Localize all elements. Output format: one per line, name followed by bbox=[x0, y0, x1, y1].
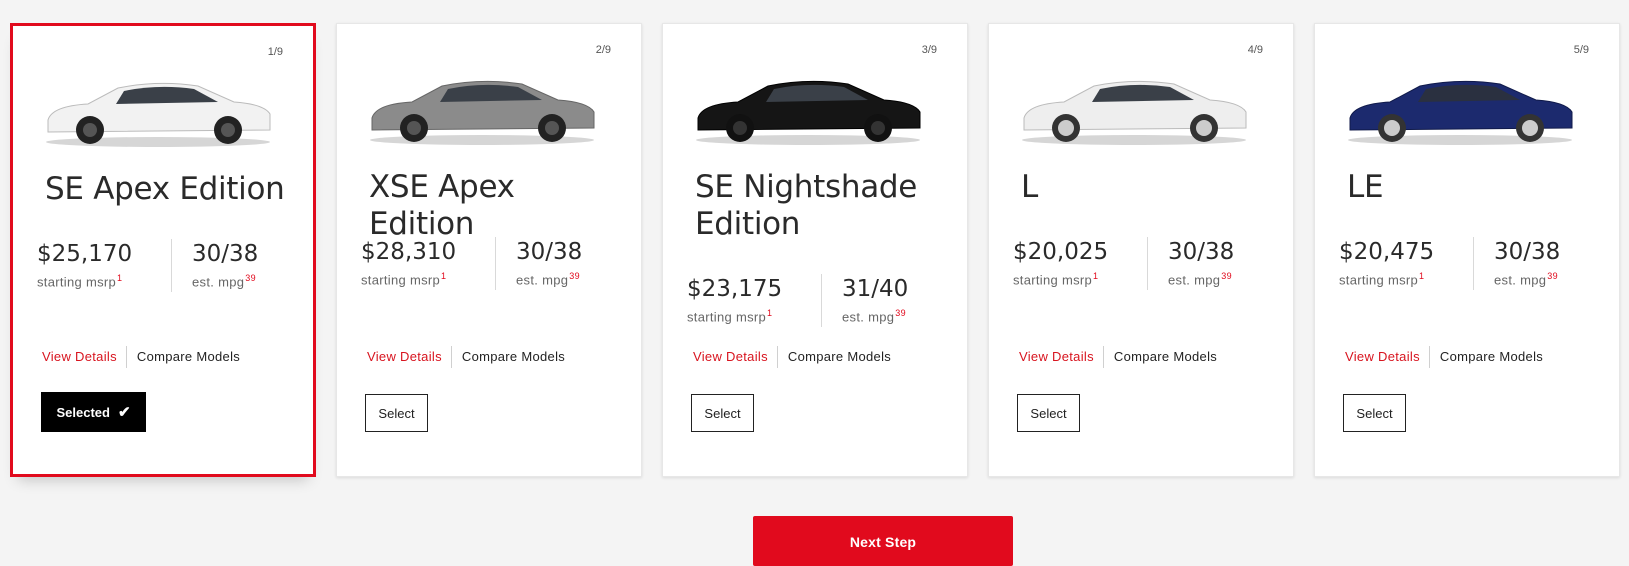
price-label: starting msrp1 bbox=[1339, 271, 1425, 288]
footnote-marker[interactable]: 39 bbox=[569, 271, 580, 281]
footnote-marker[interactable]: 39 bbox=[245, 273, 256, 283]
model-card-xse-apex-edition[interactable]: 2/9 XSE Apex Edition $28,310 starting ms… bbox=[336, 23, 642, 477]
spec-row: $23,175 starting msrp1 31/40 est. mpg39 bbox=[687, 274, 928, 327]
spec-row: $25,170 starting msrp1 30/38 est. mpg39 bbox=[37, 239, 278, 292]
card-links: View Details Compare Models bbox=[42, 346, 240, 368]
card-counter: 4/9 bbox=[1247, 44, 1263, 56]
compare-models-link[interactable]: Compare Models bbox=[778, 346, 891, 368]
card-counter: 3/9 bbox=[921, 44, 937, 56]
model-name: LE bbox=[1347, 169, 1384, 205]
mpg-label: est. mpg39 bbox=[1494, 271, 1558, 288]
footnote-marker[interactable]: 1 bbox=[1093, 271, 1098, 281]
car-image bbox=[46, 82, 271, 147]
select-button[interactable]: Select bbox=[1017, 394, 1080, 432]
card-counter: 1/9 bbox=[267, 46, 283, 58]
price-block: $23,175 starting msrp1 bbox=[687, 274, 822, 327]
mpg-label: est. mpg39 bbox=[842, 308, 906, 325]
model-name: XSE Apex Edition bbox=[369, 169, 515, 242]
card-links: View Details Compare Models bbox=[693, 346, 891, 368]
select-button[interactable]: Select bbox=[365, 394, 428, 432]
mpg-value: 30/38 bbox=[516, 239, 583, 265]
car-image bbox=[696, 80, 921, 145]
mpg-block: 30/38 est. mpg39 bbox=[1148, 237, 1254, 287]
price-label: starting msrp1 bbox=[37, 273, 123, 290]
select-button[interactable]: Select bbox=[691, 394, 754, 432]
mpg-label: est. mpg39 bbox=[516, 271, 580, 288]
mpg-block: 31/40 est. mpg39 bbox=[822, 274, 928, 324]
mpg-block: 30/38 est. mpg39 bbox=[1474, 237, 1580, 287]
select-button-label: Selected bbox=[56, 404, 110, 420]
model-card-se-nightshade-edition[interactable]: 3/9 SE Nightshade Edition $23,175 starti… bbox=[662, 23, 968, 477]
footnote-marker[interactable]: 1 bbox=[767, 308, 772, 318]
price-label: starting msrp1 bbox=[687, 308, 773, 325]
price-value: $28,310 bbox=[361, 239, 457, 265]
mpg-label: est. mpg39 bbox=[192, 273, 256, 290]
footnote-marker[interactable]: 1 bbox=[117, 273, 122, 283]
car-image bbox=[1348, 80, 1573, 145]
price-block: $20,025 starting msrp1 bbox=[1013, 237, 1148, 290]
select-button[interactable]: Selected ✔ bbox=[41, 392, 146, 432]
mpg-value: 30/38 bbox=[1494, 239, 1561, 265]
car-image bbox=[370, 80, 595, 145]
select-button[interactable]: Select bbox=[1343, 394, 1406, 432]
model-card-l[interactable]: 4/9 L $20,025 starting msrp1 30/38 est. … bbox=[988, 23, 1294, 477]
mpg-value: 30/38 bbox=[1168, 239, 1235, 265]
next-step-button[interactable]: Next Step bbox=[753, 516, 1013, 566]
view-details-link[interactable]: View Details bbox=[367, 346, 452, 368]
model-card-list: 1/9 SE Apex Edition $25,170 starting msr… bbox=[10, 23, 1629, 477]
view-details-link[interactable]: View Details bbox=[1345, 346, 1430, 368]
view-details-link[interactable]: View Details bbox=[1019, 346, 1104, 368]
spec-row: $28,310 starting msrp1 30/38 est. mpg39 bbox=[361, 237, 602, 290]
compare-models-link[interactable]: Compare Models bbox=[127, 346, 240, 368]
price-block: $25,170 starting msrp1 bbox=[37, 239, 172, 292]
price-label: starting msrp1 bbox=[361, 271, 447, 288]
price-label: starting msrp1 bbox=[1013, 271, 1099, 288]
spec-row: $20,025 starting msrp1 30/38 est. mpg39 bbox=[1013, 237, 1254, 290]
mpg-block: 30/38 est. mpg39 bbox=[496, 237, 602, 287]
view-details-link[interactable]: View Details bbox=[42, 346, 127, 368]
price-block: $28,310 starting msrp1 bbox=[361, 237, 496, 290]
mpg-value: 30/38 bbox=[192, 241, 259, 267]
price-value: $25,170 bbox=[37, 241, 133, 267]
model-card-le[interactable]: 5/9 LE $20,475 starting msrp1 30/38 est.… bbox=[1314, 23, 1620, 477]
mpg-label: est. mpg39 bbox=[1168, 271, 1232, 288]
price-block: $20,475 starting msrp1 bbox=[1339, 237, 1474, 290]
mpg-block: 30/38 est. mpg39 bbox=[172, 239, 278, 289]
mpg-value: 31/40 bbox=[842, 276, 909, 302]
model-card-se-apex-edition[interactable]: 1/9 SE Apex Edition $25,170 starting msr… bbox=[10, 23, 316, 477]
card-links: View Details Compare Models bbox=[1345, 346, 1543, 368]
spec-row: $20,475 starting msrp1 30/38 est. mpg39 bbox=[1339, 237, 1580, 290]
car-image bbox=[1022, 80, 1247, 145]
compare-models-link[interactable]: Compare Models bbox=[1430, 346, 1543, 368]
price-value: $23,175 bbox=[687, 276, 783, 302]
model-name: L bbox=[1021, 169, 1038, 205]
footnote-marker[interactable]: 39 bbox=[1221, 271, 1232, 281]
compare-models-link[interactable]: Compare Models bbox=[1104, 346, 1217, 368]
card-links: View Details Compare Models bbox=[367, 346, 565, 368]
card-links: View Details Compare Models bbox=[1019, 346, 1217, 368]
price-value: $20,025 bbox=[1013, 239, 1109, 265]
view-details-link[interactable]: View Details bbox=[693, 346, 778, 368]
footnote-marker[interactable]: 39 bbox=[895, 308, 906, 318]
footnote-marker[interactable]: 39 bbox=[1547, 271, 1558, 281]
model-name: SE Nightshade Edition bbox=[695, 169, 918, 242]
card-counter: 2/9 bbox=[595, 44, 611, 56]
compare-models-link[interactable]: Compare Models bbox=[452, 346, 565, 368]
card-counter: 5/9 bbox=[1573, 44, 1589, 56]
checkmark-icon: ✔ bbox=[117, 404, 131, 421]
model-name: SE Apex Edition bbox=[45, 171, 285, 207]
footnote-marker[interactable]: 1 bbox=[441, 271, 446, 281]
price-value: $20,475 bbox=[1339, 239, 1435, 265]
footnote-marker[interactable]: 1 bbox=[1419, 271, 1424, 281]
